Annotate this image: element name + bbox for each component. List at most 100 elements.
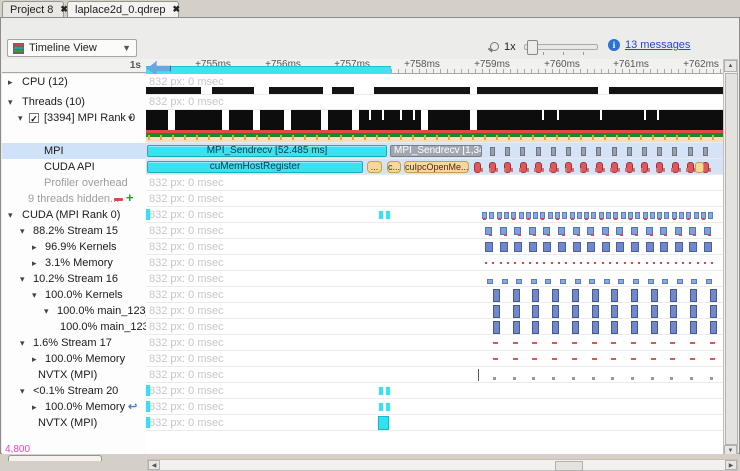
event-mark[interactable] [591, 234, 594, 236]
track-row[interactable]: 832 px: 0 msec [146, 191, 723, 207]
event-mark[interactable] [604, 135, 606, 140]
event-mark[interactable] [520, 147, 525, 156]
event-mark[interactable] [616, 262, 618, 264]
event-mark[interactable] [657, 147, 662, 156]
event-mark[interactable] [472, 135, 474, 140]
event-mark[interactable] [512, 218, 515, 220]
event-mark[interactable] [644, 218, 647, 220]
event-mark[interactable] [460, 135, 462, 140]
event-mark[interactable] [672, 147, 677, 156]
event-mark[interactable] [532, 321, 539, 334]
event-mark[interactable] [694, 212, 699, 219]
event-mark[interactable] [689, 242, 697, 252]
track-row[interactable]: MPI_Sendrecv [52.485 ms]MPI_Sendrecv [1,… [146, 143, 723, 159]
event-mark[interactable] [712, 135, 714, 140]
event-mark[interactable] [376, 135, 378, 140]
event-mark[interactable] [706, 279, 712, 284]
event-mark[interactable] [493, 305, 500, 318]
event-mark[interactable] [558, 242, 566, 252]
event-mark[interactable] [552, 289, 559, 302]
event-mark[interactable] [631, 358, 636, 360]
tab-project-8[interactable]: Project 8✖ [2, 1, 64, 17]
event-mark[interactable] [519, 168, 521, 172]
sidebar-row[interactable]: ▾1.6% Stream 17 [2, 335, 146, 351]
event-mark[interactable] [687, 218, 690, 220]
event-mark[interactable] [544, 135, 546, 140]
event-mark[interactable] [513, 358, 518, 360]
tab-laplace2d-0-qdrep[interactable]: laplace2d_0.qdrep✖ [67, 1, 179, 17]
event-mark[interactable] [572, 358, 577, 360]
event-mark[interactable] [704, 262, 706, 264]
event-mark[interactable] [511, 168, 513, 172]
event-mark[interactable] [531, 279, 537, 284]
event-mark[interactable] [670, 342, 675, 344]
sidebar-row[interactable]: ▸CPU (12) [2, 74, 146, 95]
event-mark[interactable] [704, 242, 712, 252]
track-row[interactable]: 832 px: 0 msec [146, 303, 723, 319]
event-mark[interactable] [587, 168, 589, 172]
event-mark[interactable] [664, 212, 669, 219]
event-mark[interactable] [573, 262, 575, 264]
nvtx-range-mark[interactable] [386, 387, 390, 395]
event-mark[interactable] [572, 305, 579, 318]
event-mark[interactable] [505, 147, 510, 156]
expander-down-icon[interactable]: ▾ [8, 95, 13, 110]
expander-down-icon[interactable]: ▾ [20, 335, 25, 351]
event-mark[interactable] [172, 135, 174, 140]
track-row[interactable]: 832 px: 0 msec [146, 287, 723, 303]
event-mark[interactable] [573, 242, 581, 252]
event-mark[interactable] [280, 135, 282, 140]
expander-down-icon[interactable]: ▾ [44, 303, 49, 319]
event-mark[interactable] [595, 168, 597, 172]
event-mark[interactable] [496, 168, 498, 172]
event-mark[interactable] [594, 262, 596, 264]
event-mark[interactable] [686, 168, 688, 172]
event-mark[interactable] [485, 242, 493, 252]
event-mark[interactable] [565, 262, 567, 264]
event-mark[interactable] [592, 358, 597, 360]
event-mark[interactable] [624, 262, 626, 264]
event-mark[interactable] [711, 262, 713, 264]
event-mark[interactable] [585, 218, 588, 220]
track-row[interactable]: 832 px: 0 msec [146, 271, 723, 287]
event-mark[interactable] [514, 242, 522, 252]
event-mark[interactable] [651, 377, 654, 380]
event-mark[interactable] [533, 212, 538, 219]
event-mark[interactable] [691, 279, 697, 284]
event-mark[interactable] [148, 135, 150, 140]
event-mark[interactable] [565, 168, 567, 172]
event-bar[interactable]: MPI_Sendrecv [52.485 ms] [147, 145, 387, 157]
event-mark[interactable] [676, 135, 678, 140]
event-mark[interactable] [648, 279, 654, 284]
event-mark[interactable] [675, 242, 683, 252]
event-mark[interactable] [709, 168, 711, 172]
event-mark[interactable] [703, 147, 708, 156]
event-mark[interactable] [542, 168, 544, 172]
event-mark[interactable] [577, 212, 582, 219]
horizontal-scrollbar-thumb[interactable] [555, 461, 583, 471]
event-mark[interactable] [592, 289, 599, 302]
event-mark[interactable] [671, 168, 673, 172]
event-mark[interactable] [513, 305, 520, 318]
event-mark[interactable] [552, 377, 555, 380]
event-mark[interactable] [572, 289, 579, 302]
event-mark[interactable] [670, 358, 675, 360]
event-mark[interactable] [500, 262, 502, 264]
track-row[interactable]: 832 px: 0 msec [146, 175, 723, 191]
event-mark[interactable] [487, 279, 493, 284]
event-mark[interactable] [611, 321, 618, 334]
event-mark[interactable] [689, 262, 691, 264]
event-mark[interactable] [596, 162, 603, 173]
event-mark[interactable] [616, 242, 624, 252]
sidebar-row[interactable]: ▸96.9% Kernels [2, 239, 146, 255]
event-mark[interactable] [629, 218, 632, 220]
nvtx-range-mark[interactable] [386, 403, 390, 411]
cuda-api-tan-event[interactable] [695, 162, 704, 173]
event-mark[interactable] [489, 168, 491, 172]
event-mark[interactable] [651, 342, 656, 344]
event-mark[interactable] [548, 212, 553, 219]
event-mark[interactable] [556, 218, 559, 220]
event-mark[interactable] [690, 289, 697, 302]
event-mark[interactable] [244, 135, 246, 140]
event-mark[interactable] [606, 212, 611, 219]
